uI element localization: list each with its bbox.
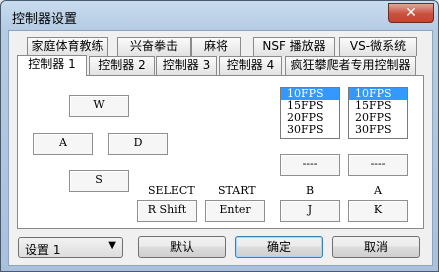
- tab-vs-system[interactable]: VS-微系统: [339, 37, 417, 56]
- default-button[interactable]: 默认: [138, 236, 226, 258]
- select-key[interactable]: R Shift: [137, 200, 197, 222]
- window-title: 控制器设置: [12, 12, 78, 27]
- turbo-b-list[interactable]: 10FPS 15FPS 20FPS 30FPS: [280, 87, 340, 139]
- turbo-b-key[interactable]: ----: [280, 154, 340, 176]
- dpad-down-key[interactable]: S: [69, 170, 129, 192]
- turbo-a-list[interactable]: 10FPS 15FPS 20FPS 30FPS: [348, 87, 408, 139]
- start-label: START: [218, 184, 256, 197]
- turbo-a-option[interactable]: 30FPS: [349, 124, 407, 136]
- a-button-label: A: [374, 184, 382, 197]
- tab-controller-3[interactable]: 控制器 3: [156, 56, 217, 75]
- start-key[interactable]: Enter: [205, 200, 265, 222]
- tab-mahjong[interactable]: 麻将: [191, 37, 241, 56]
- tab-nsf-player[interactable]: NSF 播放器: [253, 37, 335, 56]
- ok-button[interactable]: 确定: [235, 236, 323, 258]
- dialog-window: 控制器设置 ✕ 家庭体育教练 兴奋拳击 麻将 NSF 播放器 VS-微系统 控制…: [0, 0, 439, 272]
- turbo-a-key[interactable]: ----: [348, 154, 408, 176]
- tab-controller-4[interactable]: 控制器 4: [219, 56, 282, 75]
- tab-controller-1[interactable]: 控制器 1: [17, 55, 87, 76]
- select-label: SELECT: [148, 184, 195, 197]
- profile-select[interactable]: 设置 1 ▼: [18, 237, 123, 258]
- tab-boxing[interactable]: 兴奋拳击: [117, 37, 191, 56]
- close-icon: ✕: [405, 5, 417, 21]
- tab-home-fitness[interactable]: 家庭体育教练: [27, 37, 108, 56]
- b-button-label: B: [306, 184, 315, 197]
- dpad-left-key[interactable]: A: [33, 133, 93, 155]
- close-button[interactable]: ✕: [388, 3, 434, 23]
- tab-controller-2[interactable]: 控制器 2: [89, 56, 155, 75]
- chevron-down-icon: ▼: [108, 240, 116, 251]
- profile-select-value: 设置 1: [25, 243, 61, 257]
- cancel-button[interactable]: 取消: [332, 236, 420, 258]
- turbo-b-option[interactable]: 30FPS: [281, 124, 339, 136]
- b-button-key[interactable]: J: [280, 200, 340, 222]
- dpad-right-key[interactable]: D: [108, 133, 168, 155]
- dpad-up-key[interactable]: W: [69, 95, 129, 117]
- title-bar[interactable]: 控制器设置 ✕: [2, 2, 439, 30]
- tab-crazy-climber-controller[interactable]: 疯狂攀爬者专用控制器: [285, 56, 416, 75]
- a-button-key[interactable]: K: [348, 200, 408, 222]
